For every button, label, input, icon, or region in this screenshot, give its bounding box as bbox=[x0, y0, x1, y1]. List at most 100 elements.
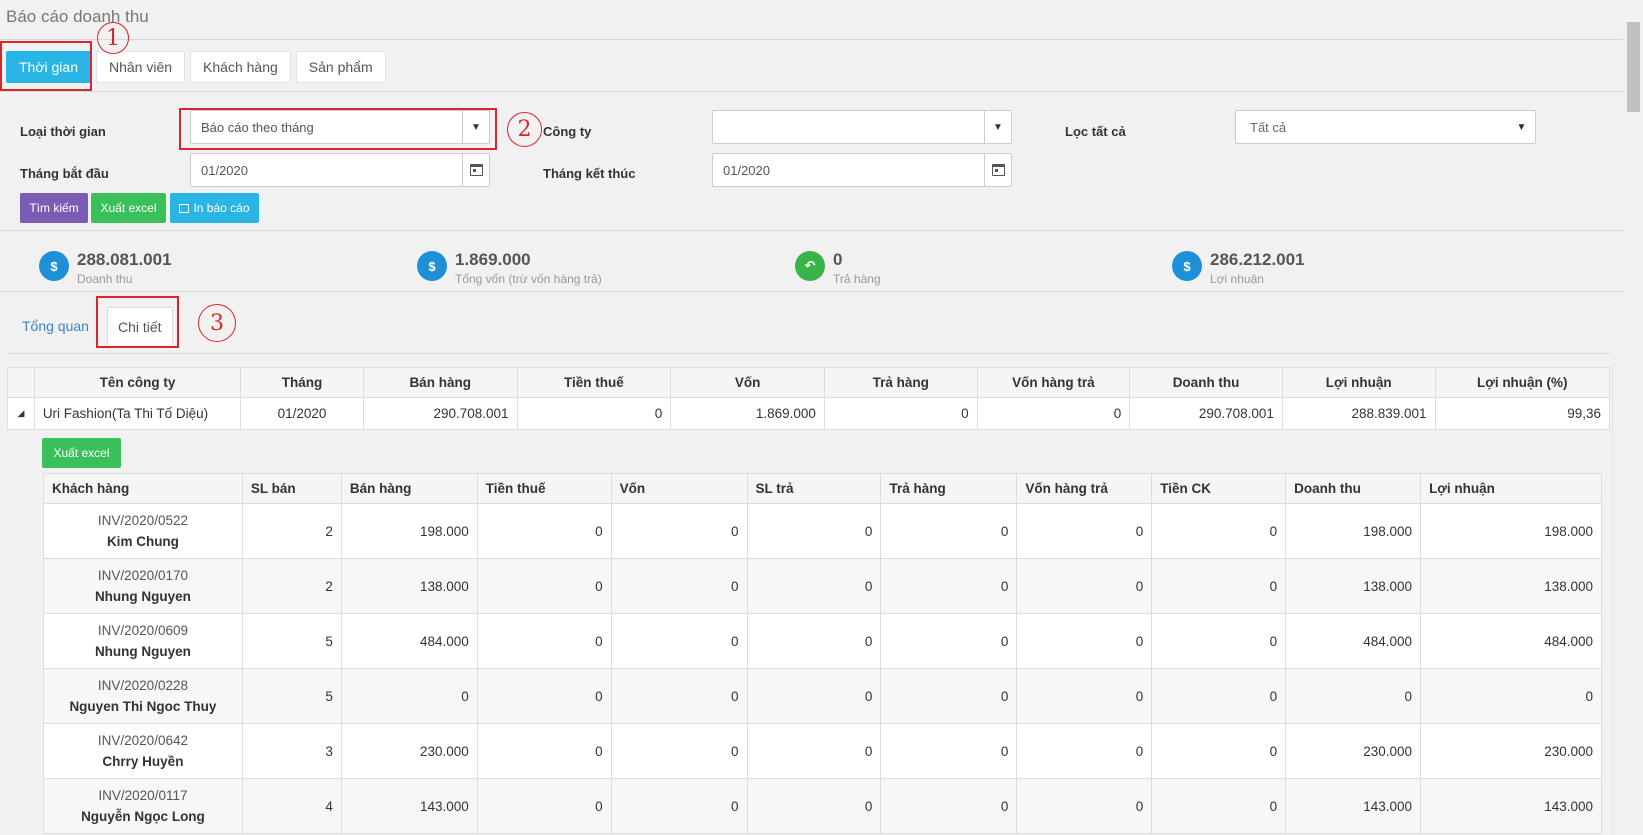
table-row[interactable]: INV/2020/0609 Nhung Nguyen 5 484.000 0 0 0 0 0 0 4… bbox=[43, 613, 1602, 669]
value-cell: 0 bbox=[746, 778, 882, 834]
table-row[interactable]: ◢ Uri Fashion(Ta Thi Tố Diệu) 01/2020 29… bbox=[7, 397, 1611, 430]
page-title: Báo cáo doanh thu bbox=[6, 7, 149, 26]
tab-product[interactable]: Sản phẩm bbox=[295, 51, 386, 83]
value-cell: 2 bbox=[241, 503, 342, 559]
page-scrollbar[interactable] bbox=[1623, 0, 1643, 835]
table-header-row: Khách hàng SL bán Bán hàng Tiền thuế Vốn… bbox=[43, 473, 1602, 504]
value-cell: 198.000 bbox=[1420, 503, 1602, 559]
value-cell: 0 bbox=[1151, 558, 1287, 614]
tab-detail[interactable]: Chi tiết bbox=[106, 307, 173, 345]
value-cell: 0 bbox=[610, 723, 748, 779]
customer-detail-table: Khách hàng SL bán Bán hàng Tiền thuế Vốn… bbox=[43, 473, 1602, 834]
value-cell: 0 bbox=[476, 723, 612, 779]
table-row[interactable]: INV/2020/0522 Kim Chung 2 198.000 0 0 0 0 0 0 198.… bbox=[43, 503, 1602, 559]
time-type-select[interactable]: Báo cáo theo tháng ▼ bbox=[190, 110, 490, 144]
table-row[interactable]: INV/2020/0642 Chrry Huyền 3 230.000 0 0 0 0 0 0 23… bbox=[43, 723, 1602, 779]
value-cell: 138.000 bbox=[1420, 558, 1602, 614]
table-row[interactable]: INV/2020/0170 Nhung Nguyen 2 138.000 0 0 0 0 0 0 1… bbox=[43, 558, 1602, 614]
value-cell: 230.000 bbox=[1285, 723, 1422, 779]
value-cell: 0 bbox=[1151, 503, 1287, 559]
search-button[interactable]: Tìm kiếm bbox=[20, 193, 88, 223]
column-header: Lợi nhuận bbox=[1420, 473, 1602, 504]
company-summary-table: Tên công ty Tháng Bán hàng Tiền thuế Vốn… bbox=[7, 367, 1611, 430]
customer-cell: INV/2020/0170 Nhung Nguyen bbox=[43, 558, 243, 614]
customer-name: Chrry Huyền bbox=[102, 754, 184, 769]
value-cell: 143.000 bbox=[340, 778, 478, 834]
report-type-tabs: Thời gian Nhân viên Khách hàng Sản phẩm bbox=[6, 51, 386, 83]
column-header: Bán hàng bbox=[362, 367, 518, 398]
stat-profit: $ 286.212.001 Lợi nhuận bbox=[1172, 250, 1305, 286]
stat-label: Doanh thu bbox=[77, 272, 133, 286]
print-icon bbox=[179, 203, 190, 213]
value-cell: 0 bbox=[476, 668, 612, 724]
tax-cell: 0 bbox=[516, 397, 672, 430]
stat-label: Tổng vốn (trừ vốn hàng trả) bbox=[455, 272, 602, 286]
returns-cell: 0 bbox=[823, 397, 978, 430]
column-header: Vốn hàng trả bbox=[976, 367, 1131, 398]
customer-name: Nhung Nguyen bbox=[94, 589, 191, 604]
tab-customer[interactable]: Khách hàng bbox=[190, 51, 291, 83]
value-cell: 0 bbox=[340, 668, 478, 724]
annotation-2: 2 bbox=[507, 112, 542, 147]
collapse-icon[interactable]: ◢ bbox=[7, 397, 35, 430]
value-cell: 0 bbox=[746, 723, 882, 779]
column-header: Tiền CK bbox=[1151, 473, 1287, 504]
value-cell: 0 bbox=[880, 723, 1018, 779]
report-page: Báo cáo doanh thu Thời gian Nhân viên Kh… bbox=[0, 0, 1643, 835]
scrollbar-thumb[interactable] bbox=[1627, 22, 1640, 112]
end-month-value: 01/2020 bbox=[723, 162, 770, 178]
calendar-icon[interactable] bbox=[984, 154, 1011, 186]
tab-time[interactable]: Thời gian bbox=[6, 51, 91, 83]
column-header: Vốn bbox=[670, 367, 825, 398]
filter-all-value: Tất cả bbox=[1250, 119, 1287, 135]
table-scrollbar[interactable] bbox=[1612, 367, 1623, 835]
annotation-3: 3 bbox=[198, 304, 236, 342]
customer-name: Nhung Nguyen bbox=[94, 644, 191, 659]
annotation-1: 1 bbox=[97, 22, 129, 54]
table-row[interactable]: INV/2020/0228 Nguyen Thi Ngoc Thuy 5 0 0 0 0 0 0… bbox=[43, 668, 1602, 724]
value-cell: 0 bbox=[610, 558, 748, 614]
cost-cell: 1.869.000 bbox=[670, 397, 825, 430]
filter-all-select[interactable]: Tất cả ▼ bbox=[1235, 110, 1536, 144]
customer-name: Kim Chung bbox=[106, 534, 179, 549]
invoice-number: INV/2020/0170 bbox=[97, 568, 188, 583]
value-cell: 143.000 bbox=[1420, 778, 1602, 834]
print-report-label: In báo cáo bbox=[193, 201, 250, 215]
stat-value: 0 bbox=[833, 250, 843, 269]
value-cell: 0 bbox=[610, 503, 748, 559]
value-cell: 0 bbox=[610, 668, 748, 724]
company-select[interactable]: ▼ bbox=[712, 110, 1012, 144]
print-report-button[interactable]: In báo cáo bbox=[170, 193, 259, 223]
value-cell: 5 bbox=[241, 668, 342, 724]
customer-cell: INV/2020/0522 Kim Chung bbox=[43, 503, 243, 559]
column-header: Doanh thu bbox=[1129, 367, 1283, 398]
stat-returns: ↶ 0 Trả hàng bbox=[795, 250, 881, 286]
value-cell: 0 bbox=[1016, 723, 1153, 779]
value-cell: 3 bbox=[241, 723, 342, 779]
value-cell: 0 bbox=[476, 503, 612, 559]
column-header: Bán hàng bbox=[340, 473, 478, 504]
customer-cell: INV/2020/0228 Nguyen Thi Ngoc Thuy bbox=[43, 668, 243, 724]
value-cell: 138.000 bbox=[1285, 558, 1422, 614]
value-cell: 230.000 bbox=[1420, 723, 1602, 779]
value-cell: 0 bbox=[746, 558, 882, 614]
value-cell: 0 bbox=[1016, 668, 1153, 724]
customer-name: Nguyen Thi Ngoc Thuy bbox=[69, 699, 217, 714]
end-month-input[interactable]: 01/2020 bbox=[712, 153, 1012, 187]
sales-cell: 290.708.001 bbox=[362, 397, 518, 430]
start-month-value: 01/2020 bbox=[201, 162, 248, 178]
detail-export-excel-button[interactable]: Xuất excel bbox=[42, 438, 121, 468]
value-cell: 0 bbox=[746, 503, 882, 559]
stat-label: Lợi nhuận bbox=[1210, 272, 1264, 286]
tab-employee[interactable]: Nhân viên bbox=[96, 51, 186, 83]
tab-overview[interactable]: Tổng quan bbox=[12, 307, 99, 345]
column-header: Lợi nhuận (%) bbox=[1434, 367, 1611, 398]
calendar-icon[interactable] bbox=[462, 154, 489, 186]
table-row[interactable]: INV/2020/0117 Nguyễn Ngọc Long 4 143.000 0 0 0… bbox=[43, 778, 1602, 834]
value-cell: 5 bbox=[241, 613, 342, 669]
start-month-input[interactable]: 01/2020 bbox=[190, 153, 490, 187]
export-excel-button[interactable]: Xuất excel bbox=[91, 193, 166, 223]
value-cell: 0 bbox=[1016, 558, 1153, 614]
dollar-icon: $ bbox=[1172, 251, 1202, 281]
value-cell: 0 bbox=[1016, 778, 1153, 834]
